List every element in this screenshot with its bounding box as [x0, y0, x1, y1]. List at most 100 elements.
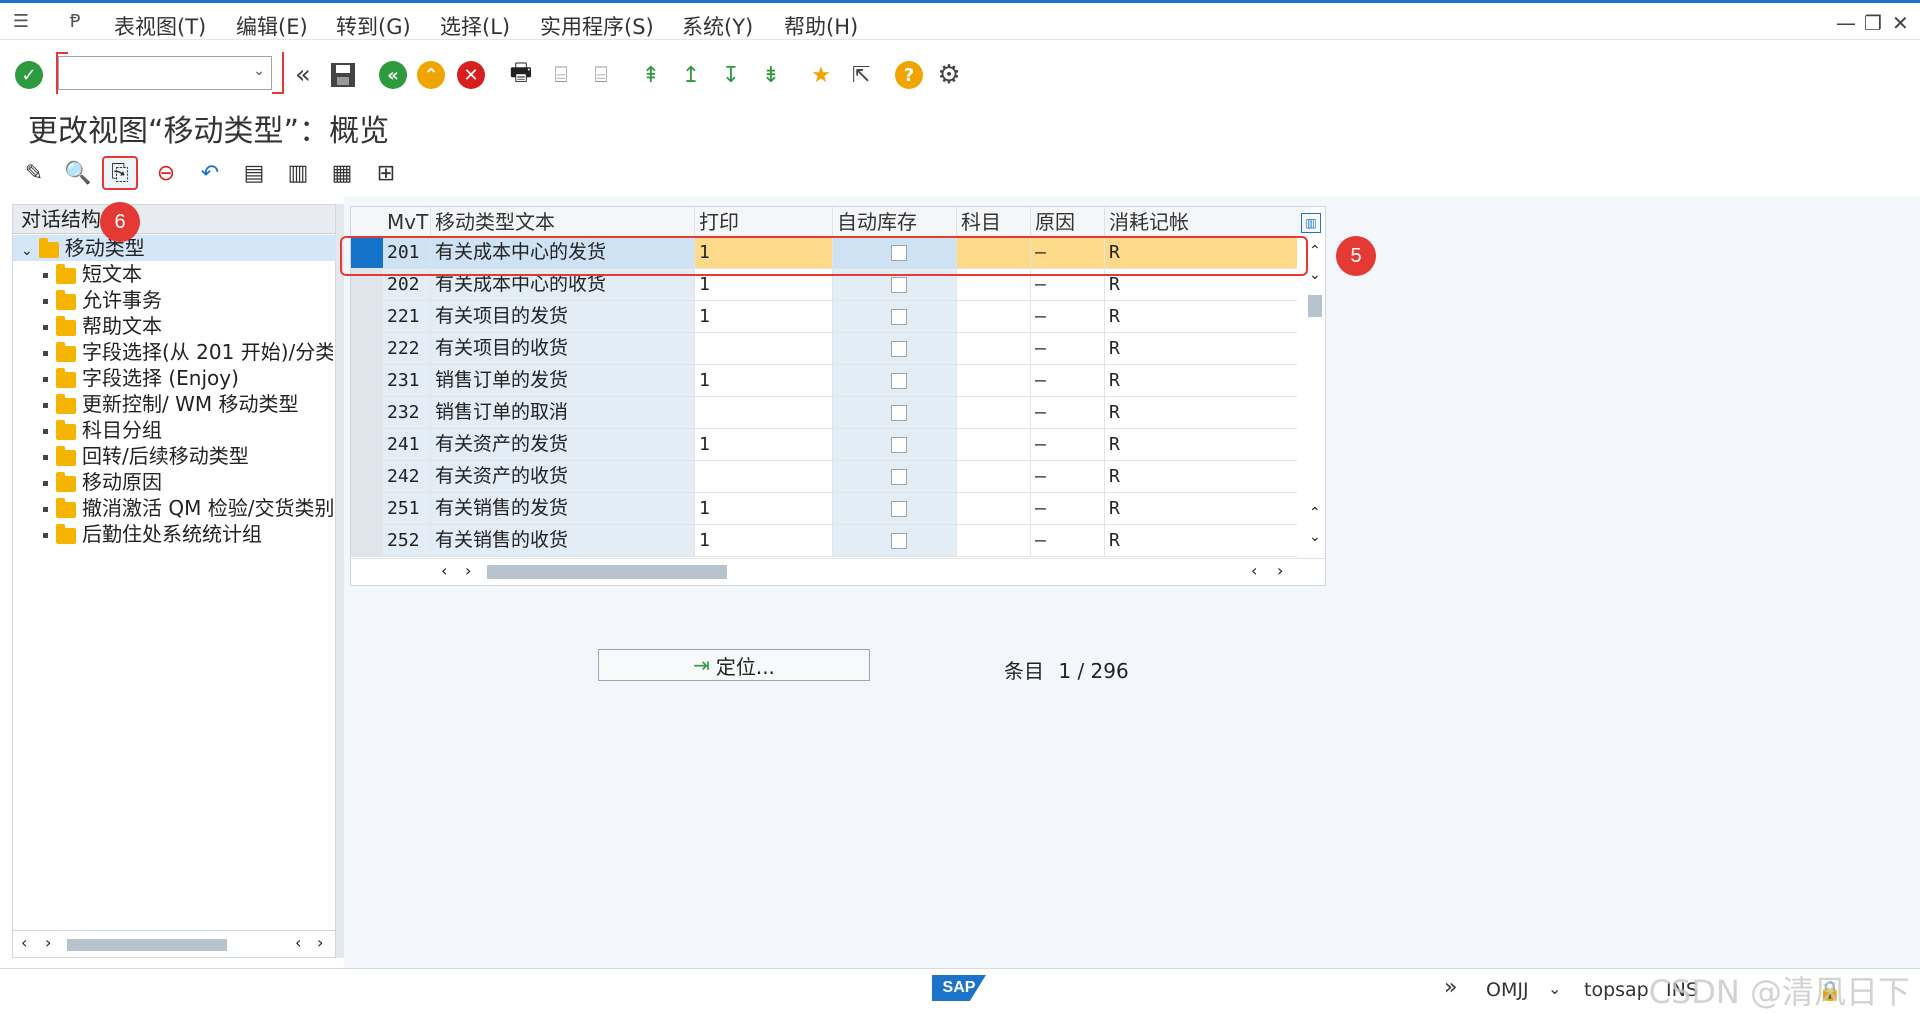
collapse-icon[interactable]: « — [286, 58, 320, 92]
copy-as-icon[interactable]: ⎘ — [102, 156, 138, 190]
scroll-thumb[interactable] — [67, 939, 227, 951]
minimize-icon[interactable]: — — [1836, 11, 1856, 35]
scroll-right-icon[interactable]: › — [465, 561, 471, 580]
enter-button[interactable]: ✓ — [12, 58, 46, 92]
row-selector[interactable] — [351, 397, 383, 428]
details-icon[interactable]: 🔍 — [60, 156, 96, 190]
where-used-icon[interactable]: ⊞ — [368, 156, 404, 190]
cell-consumption[interactable]: R — [1105, 365, 1297, 396]
select-block-icon[interactable]: ▥ — [280, 156, 316, 190]
auto-stock-checkbox[interactable] — [891, 372, 907, 389]
table-settings-icon[interactable]: ▥ — [1301, 213, 1321, 233]
tree-horizontal-scrollbar[interactable]: ‹ › ‹ › — [13, 930, 335, 957]
cancel-button[interactable]: ✕ — [454, 58, 488, 92]
command-input[interactable] — [63, 57, 247, 89]
cell-mvt[interactable]: 251 — [383, 493, 431, 524]
auto-stock-checkbox[interactable] — [891, 500, 907, 517]
column-header-consumption[interactable]: 消耗记帐 — [1105, 207, 1297, 237]
cell-mvt[interactable]: 241 — [383, 429, 431, 460]
cell-mvt[interactable]: 242 — [383, 461, 431, 492]
table-row[interactable]: 241 有关资产的发货 1 – R — [351, 429, 1297, 461]
auto-stock-checkbox[interactable] — [891, 276, 907, 293]
scroll-thumb[interactable] — [487, 565, 727, 579]
cell-mvt[interactable]: 222 — [383, 333, 431, 364]
auto-stock-checkbox[interactable] — [891, 436, 907, 453]
column-header-text[interactable]: 移动类型文本 — [431, 207, 695, 237]
tree-root-node[interactable]: ⌄ 移动类型 — [13, 235, 341, 261]
cell-reason[interactable]: – — [1031, 301, 1105, 332]
select-all-icon[interactable]: ▤ — [236, 156, 272, 190]
scroll-left-icon[interactable]: ‹ — [441, 561, 447, 580]
tree-node[interactable]: 更新控制/ WM 移动类型 — [43, 391, 298, 417]
cell-print[interactable] — [695, 461, 833, 492]
menu-help[interactable]: 帮助(H) — [784, 11, 858, 41]
previous-page-icon[interactable]: ↥ — [674, 58, 708, 92]
cell-auto-stock[interactable] — [833, 493, 957, 524]
deselect-all-icon[interactable]: ▦ — [324, 156, 360, 190]
panel-splitter[interactable] — [336, 204, 344, 958]
row-selector[interactable] — [351, 301, 383, 332]
next-page-icon[interactable]: ↧ — [714, 58, 748, 92]
cell-mvt[interactable]: 252 — [383, 525, 431, 556]
exit-button[interactable]: ⌃ — [414, 58, 448, 92]
cell-consumption[interactable]: R — [1105, 397, 1297, 428]
scroll-thumb[interactable] — [1308, 295, 1322, 317]
restore-icon[interactable]: ❐ — [1864, 11, 1882, 35]
auto-stock-checkbox[interactable] — [891, 468, 907, 485]
cell-text[interactable]: 有关销售的发货 — [431, 493, 695, 524]
scroll-right-end-icon[interactable]: › — [317, 933, 323, 952]
menu-system[interactable]: 系统(Y) — [682, 11, 753, 41]
cell-account[interactable] — [957, 429, 1031, 460]
auto-stock-checkbox[interactable] — [891, 340, 907, 357]
scroll-page-down-icon[interactable]: ⌄ — [1309, 529, 1321, 545]
scroll-right-end-icon[interactable]: › — [1277, 561, 1283, 580]
cell-account[interactable] — [957, 525, 1031, 556]
tree-node[interactable]: 帮助文本 — [43, 313, 162, 339]
auto-stock-checkbox[interactable] — [891, 404, 907, 421]
table-row[interactable]: 232 销售订单的取消 – R — [351, 397, 1297, 429]
tree-node[interactable]: 字段选择(从 201 开始)/分类 — [43, 339, 333, 365]
cell-consumption[interactable]: R — [1105, 461, 1297, 492]
tree-node[interactable]: 后勤住处系统统计组 — [43, 521, 262, 547]
scroll-left-icon[interactable]: ‹ — [21, 933, 27, 952]
help-button[interactable]: ? — [892, 58, 926, 92]
tree-node[interactable]: 科目分组 — [43, 417, 162, 443]
cell-auto-stock[interactable] — [833, 397, 957, 428]
cell-text[interactable]: 有关项目的收货 — [431, 333, 695, 364]
tree-node[interactable]: 撤消激活 QM 检验/交货类别 — [43, 495, 333, 521]
tree-node[interactable]: 移动原因 — [43, 469, 162, 495]
column-header-auto-stock[interactable]: 自动库存 — [833, 207, 957, 237]
tree-node[interactable]: 回转/后续移动类型 — [43, 443, 249, 469]
menu-selection[interactable]: 选择(L) — [440, 11, 510, 41]
cell-auto-stock[interactable] — [833, 525, 957, 556]
menu-edit[interactable]: 编辑(E) — [236, 11, 308, 41]
table-vertical-scrollbar[interactable]: ⌃ ⌄ ⌃ ⌄ — [1305, 237, 1325, 555]
menu-icon[interactable]: ☰ — [10, 11, 32, 33]
undo-icon[interactable]: ↶ — [192, 156, 228, 190]
scroll-down-icon[interactable]: ⌄ — [1309, 267, 1321, 283]
print-icon[interactable]: 🖶 — [504, 58, 538, 92]
column-header-account[interactable]: 科目 — [957, 207, 1031, 237]
cell-auto-stock[interactable] — [833, 461, 957, 492]
cell-auto-stock[interactable] — [833, 429, 957, 460]
table-row[interactable]: 231 销售订单的发货 1 – R — [351, 365, 1297, 397]
cell-consumption[interactable]: R — [1105, 333, 1297, 364]
cell-account[interactable] — [957, 461, 1031, 492]
cell-auto-stock[interactable] — [833, 301, 957, 332]
column-header-mvt[interactable]: MvT — [383, 207, 431, 237]
cell-mvt[interactable]: 232 — [383, 397, 431, 428]
first-page-icon[interactable]: ⇞ — [634, 58, 668, 92]
cell-text[interactable]: 销售订单的取消 — [431, 397, 695, 428]
scroll-left-end-icon[interactable]: ‹ — [295, 933, 301, 952]
cell-reason[interactable]: – — [1031, 397, 1105, 428]
display-change-icon[interactable]: ✎ — [16, 156, 52, 190]
cell-account[interactable] — [957, 333, 1031, 364]
cell-text[interactable]: 有关销售的收货 — [431, 525, 695, 556]
sap-p-icon[interactable]: Ᵽ — [64, 11, 86, 33]
table-row[interactable]: 221 有关项目的发货 1 – R — [351, 301, 1297, 333]
chevron-down-icon[interactable]: ⌄ — [1548, 979, 1561, 998]
cell-reason[interactable]: – — [1031, 429, 1105, 460]
scroll-page-up-icon[interactable]: ⌃ — [1309, 505, 1321, 521]
save-icon[interactable] — [326, 58, 360, 92]
cell-text[interactable]: 销售订单的发货 — [431, 365, 695, 396]
